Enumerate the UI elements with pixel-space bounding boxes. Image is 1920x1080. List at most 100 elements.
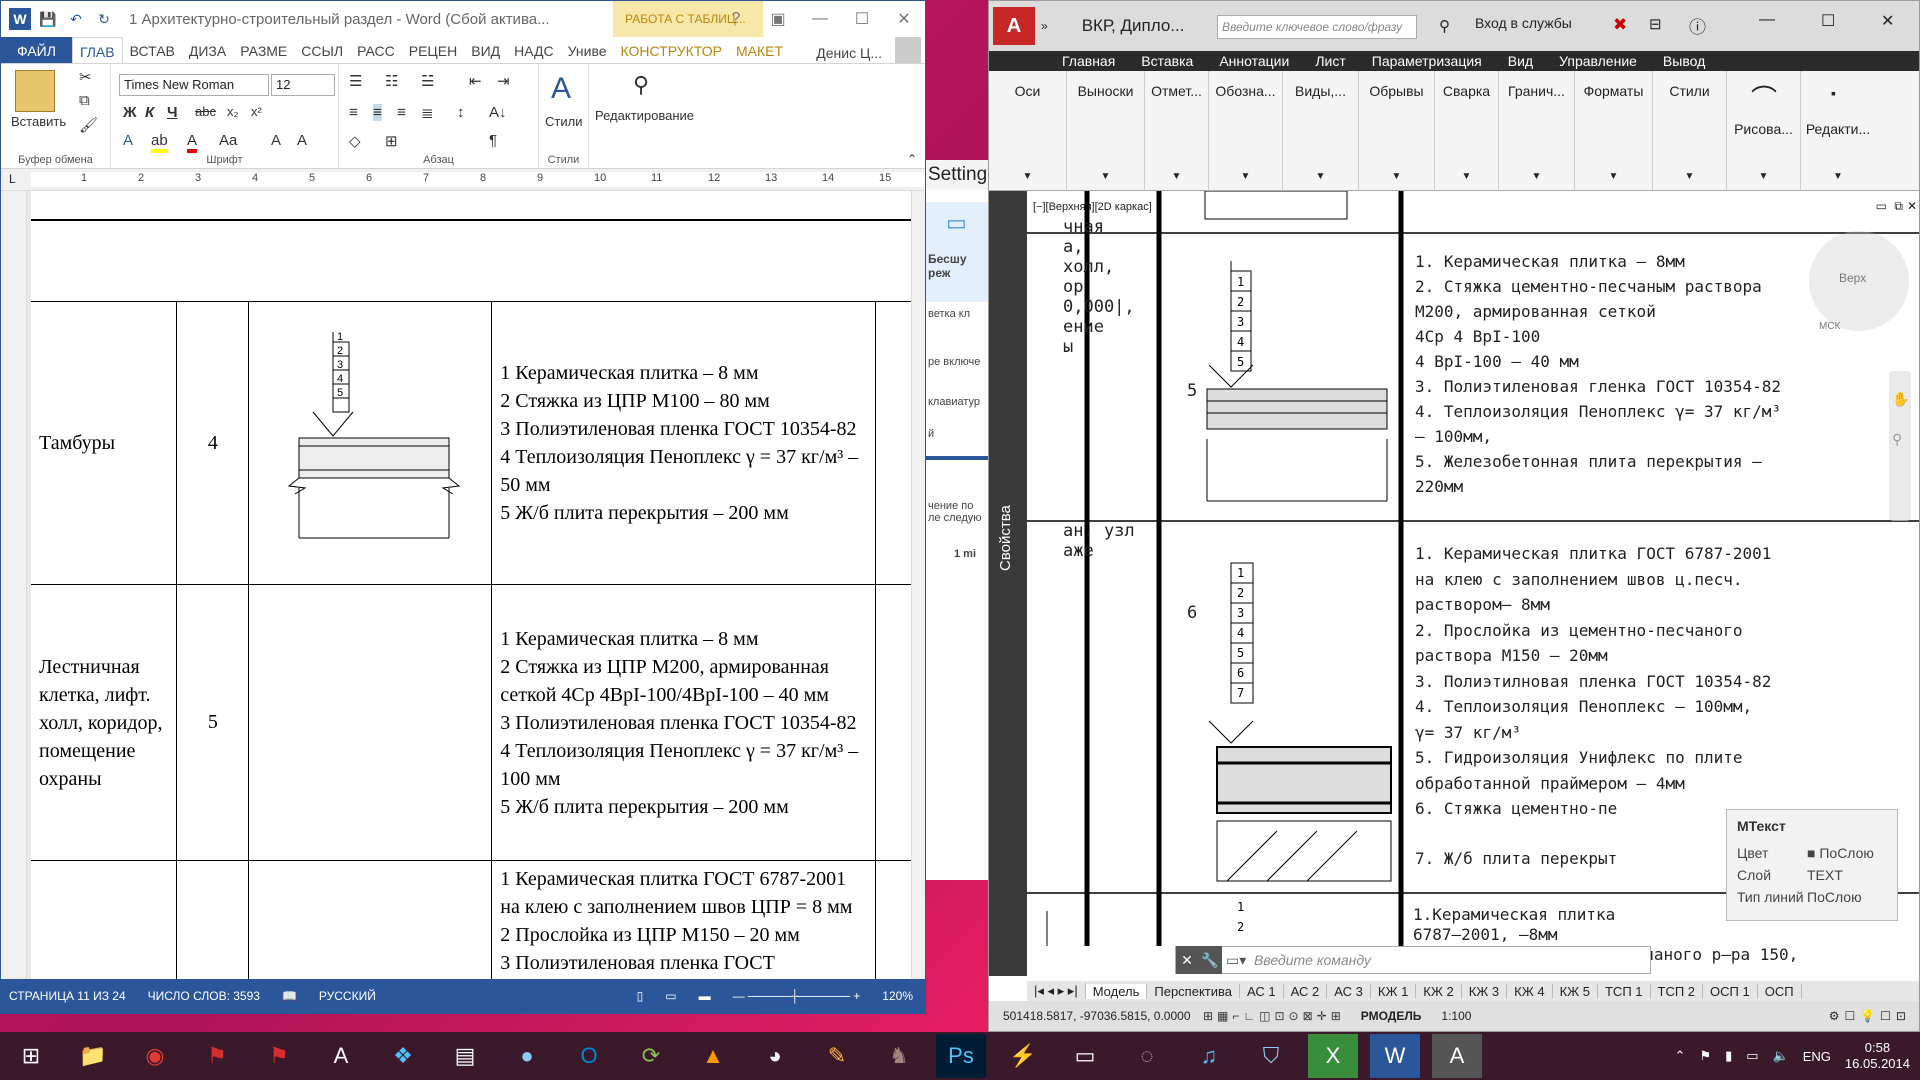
font-color-icon[interactable]: A <box>187 132 198 153</box>
tab-annotate[interactable]: Аннотации <box>1206 53 1302 69</box>
maximize-button[interactable]: ☐ <box>841 1 883 37</box>
keyboard-language[interactable]: ENG <box>1803 1049 1831 1064</box>
volume-icon[interactable]: 🔈 <box>1773 1048 1789 1064</box>
maximize-button[interactable]: ☐ <box>1821 11 1835 31</box>
highlight-icon[interactable]: ab <box>151 132 168 153</box>
tab-table-design[interactable]: КОНСТРУКТОР <box>613 37 729 63</box>
keyword-search-input[interactable]: Введите ключевое слово/фразу <box>1217 15 1417 39</box>
panel-marks[interactable]: Отмет... ▼ <box>1145 71 1209 190</box>
photoshop-icon[interactable]: Ps <box>936 1034 986 1078</box>
minimize-button[interactable]: — <box>799 1 841 37</box>
vlc-icon[interactable]: ▲ <box>688 1034 738 1078</box>
superscript-icon[interactable]: x² <box>251 104 262 119</box>
layout-tab[interactable]: ОСП <box>1758 983 1802 999</box>
itunes-icon[interactable]: ♫ <box>1184 1034 1234 1078</box>
shield-app-icon[interactable]: ⛉ <box>1246 1034 1296 1078</box>
line-spacing-icon[interactable]: ↕ <box>457 104 465 121</box>
drafting-toggles-icons[interactable]: ⊞▦⌐∟◫⊡⊙⊠✛⊞ <box>1203 1009 1345 1023</box>
align-center-icon[interactable]: ≡ <box>373 104 382 121</box>
show-marks-icon[interactable]: ¶ <box>489 132 497 149</box>
panel-formats[interactable]: Форматы ▼ <box>1575 71 1653 190</box>
proofing-icon[interactable]: 📖 <box>282 989 297 1003</box>
word-taskbar-icon[interactable]: W <box>1370 1034 1420 1078</box>
autocad-active-icon[interactable]: A <box>1432 1034 1482 1078</box>
maximize-viewport-icon[interactable]: ⧉ <box>1894 199 1903 214</box>
decrease-indent-icon[interactable]: ⇤ <box>469 72 482 90</box>
tab-layout[interactable]: РАЗМЕ <box>233 37 294 63</box>
quick-properties-panel[interactable]: МТекст Цвет ■ ПоСлою Слой TEXT Тип линий По… <box>1726 809 1898 921</box>
shrink-font-icon[interactable]: A <box>297 132 307 149</box>
tab-references[interactable]: ССЫЛ <box>294 37 350 63</box>
styles-button[interactable]: Стили <box>545 114 582 129</box>
connect-icon[interactable]: ⊟ <box>1649 15 1662 33</box>
sign-in-button[interactable]: Вход в службы <box>1475 15 1572 31</box>
undo-icon[interactable]: ↶ <box>65 8 87 30</box>
panel-breaks[interactable]: Обрывы ▼ <box>1359 71 1435 190</box>
panel-modify[interactable]: ▪ Редакти... ▼ <box>1801 71 1875 190</box>
tab-nav-icon[interactable]: |◂ ◂ ▸ ▸| <box>1027 983 1086 999</box>
properties-palette-bar[interactable]: Свойства <box>989 191 1027 976</box>
shading-icon[interactable]: ◇ <box>349 132 361 150</box>
command-line[interactable]: ✕ 🔧 ▭▾ Введите команду <box>1175 946 1651 974</box>
tab-view[interactable]: Вид <box>1495 53 1546 69</box>
autocad-logo[interactable]: A <box>993 7 1035 45</box>
acrobat-reader-icon[interactable]: ⚑ <box>254 1034 304 1078</box>
word-app-icon[interactable]: W <box>9 8 31 30</box>
blank-mode-tile[interactable]: ▭ Бесшу реж <box>926 202 988 302</box>
tab-review[interactable]: РЕЦЕН <box>402 37 464 63</box>
network-icon[interactable]: ▮ <box>1725 1048 1732 1064</box>
qp-value[interactable]: ПоСлою <box>1807 889 1862 905</box>
borders-icon[interactable]: ⊞ <box>385 132 398 150</box>
sync-icon[interactable]: ⟳ <box>626 1034 676 1078</box>
vertical-scrollbar[interactable] <box>911 191 925 981</box>
collapse-ribbon-icon[interactable]: ⌃ <box>907 152 917 166</box>
grow-font-icon[interactable]: A <box>271 132 281 149</box>
strikethrough-icon[interactable]: abc <box>195 104 216 119</box>
styles-icon[interactable]: A <box>551 72 571 106</box>
battery-icon[interactable]: ▭ <box>1746 1048 1758 1064</box>
format-painter-icon[interactable]: 🖌 <box>79 116 98 134</box>
layout-tab[interactable]: Перспектива <box>1147 983 1240 999</box>
clock[interactable]: 0:58 16.05.2014 <box>1845 1040 1910 1072</box>
qp-row[interactable]: Цвет ■ ПоСлою <box>1727 842 1897 864</box>
align-right-icon[interactable]: ≡ <box>397 104 406 121</box>
file-explorer-icon[interactable]: 📁 <box>68 1034 118 1078</box>
binoculars-icon[interactable]: ⚲ <box>633 72 649 98</box>
panel-welding[interactable]: Сварка ▼ <box>1435 71 1499 190</box>
model-space-button[interactable]: РМОДЕЛЬ <box>1361 1009 1422 1023</box>
exchange-icon[interactable]: ✖ <box>1613 15 1627 35</box>
subscript-icon[interactable]: x₂ <box>227 104 239 119</box>
panel-leaders[interactable]: Выноски ▼ <box>1067 71 1145 190</box>
tab-parametric[interactable]: Параметризация <box>1359 53 1495 69</box>
bold-icon[interactable]: Ж <box>123 104 137 121</box>
layout-tab[interactable]: ТСП 1 <box>1598 983 1651 999</box>
avatar[interactable] <box>895 37 921 63</box>
tab-universal[interactable]: Униве <box>561 37 614 63</box>
coordinates-readout[interactable]: 501418.5817, -97036.5815, 0.0000 <box>1003 1009 1203 1023</box>
layout-tab[interactable]: КЖ 5 <box>1553 983 1598 999</box>
paste-icon[interactable] <box>15 70 55 112</box>
tab-output[interactable]: Вывод <box>1650 53 1718 69</box>
sort-icon[interactable]: A↓ <box>489 104 507 121</box>
close-command-icon[interactable]: ✕ <box>1176 946 1198 974</box>
excel-icon[interactable]: X <box>1308 1034 1358 1078</box>
layout-tab[interactable]: АС 3 <box>1327 983 1371 999</box>
panel-axes[interactable]: Оси ▼ <box>989 71 1067 190</box>
user-name[interactable]: Денис Ц... <box>809 39 889 61</box>
redo-icon[interactable]: ↻ <box>93 8 115 30</box>
qp-row[interactable]: Слой TEXT <box>1727 864 1897 886</box>
change-case-icon[interactable]: Aa <box>219 132 237 149</box>
tab-insert[interactable]: Вставка <box>1128 53 1206 69</box>
flag-icon[interactable]: ⚑ <box>1699 1048 1711 1064</box>
layout-tab[interactable]: КЖ 4 <box>1507 983 1553 999</box>
disk-icon[interactable]: ▭ <box>1060 1034 1110 1078</box>
layout-tab[interactable]: ТСП 2 <box>1651 983 1704 999</box>
word-count[interactable]: ЧИСЛО СЛОВ: 3593 <box>148 989 260 1003</box>
paste-button[interactable]: Вставить <box>11 114 66 129</box>
minimize-button[interactable]: — <box>1759 11 1775 29</box>
chrome-icon[interactable]: ◉ <box>130 1034 180 1078</box>
network-app-icon[interactable]: ◌ <box>1122 1034 1172 1078</box>
justify-icon[interactable]: ≣ <box>421 104 434 122</box>
bullets-icon[interactable]: ☰ <box>349 72 362 90</box>
layout-tab[interactable]: КЖ 2 <box>1416 983 1462 999</box>
